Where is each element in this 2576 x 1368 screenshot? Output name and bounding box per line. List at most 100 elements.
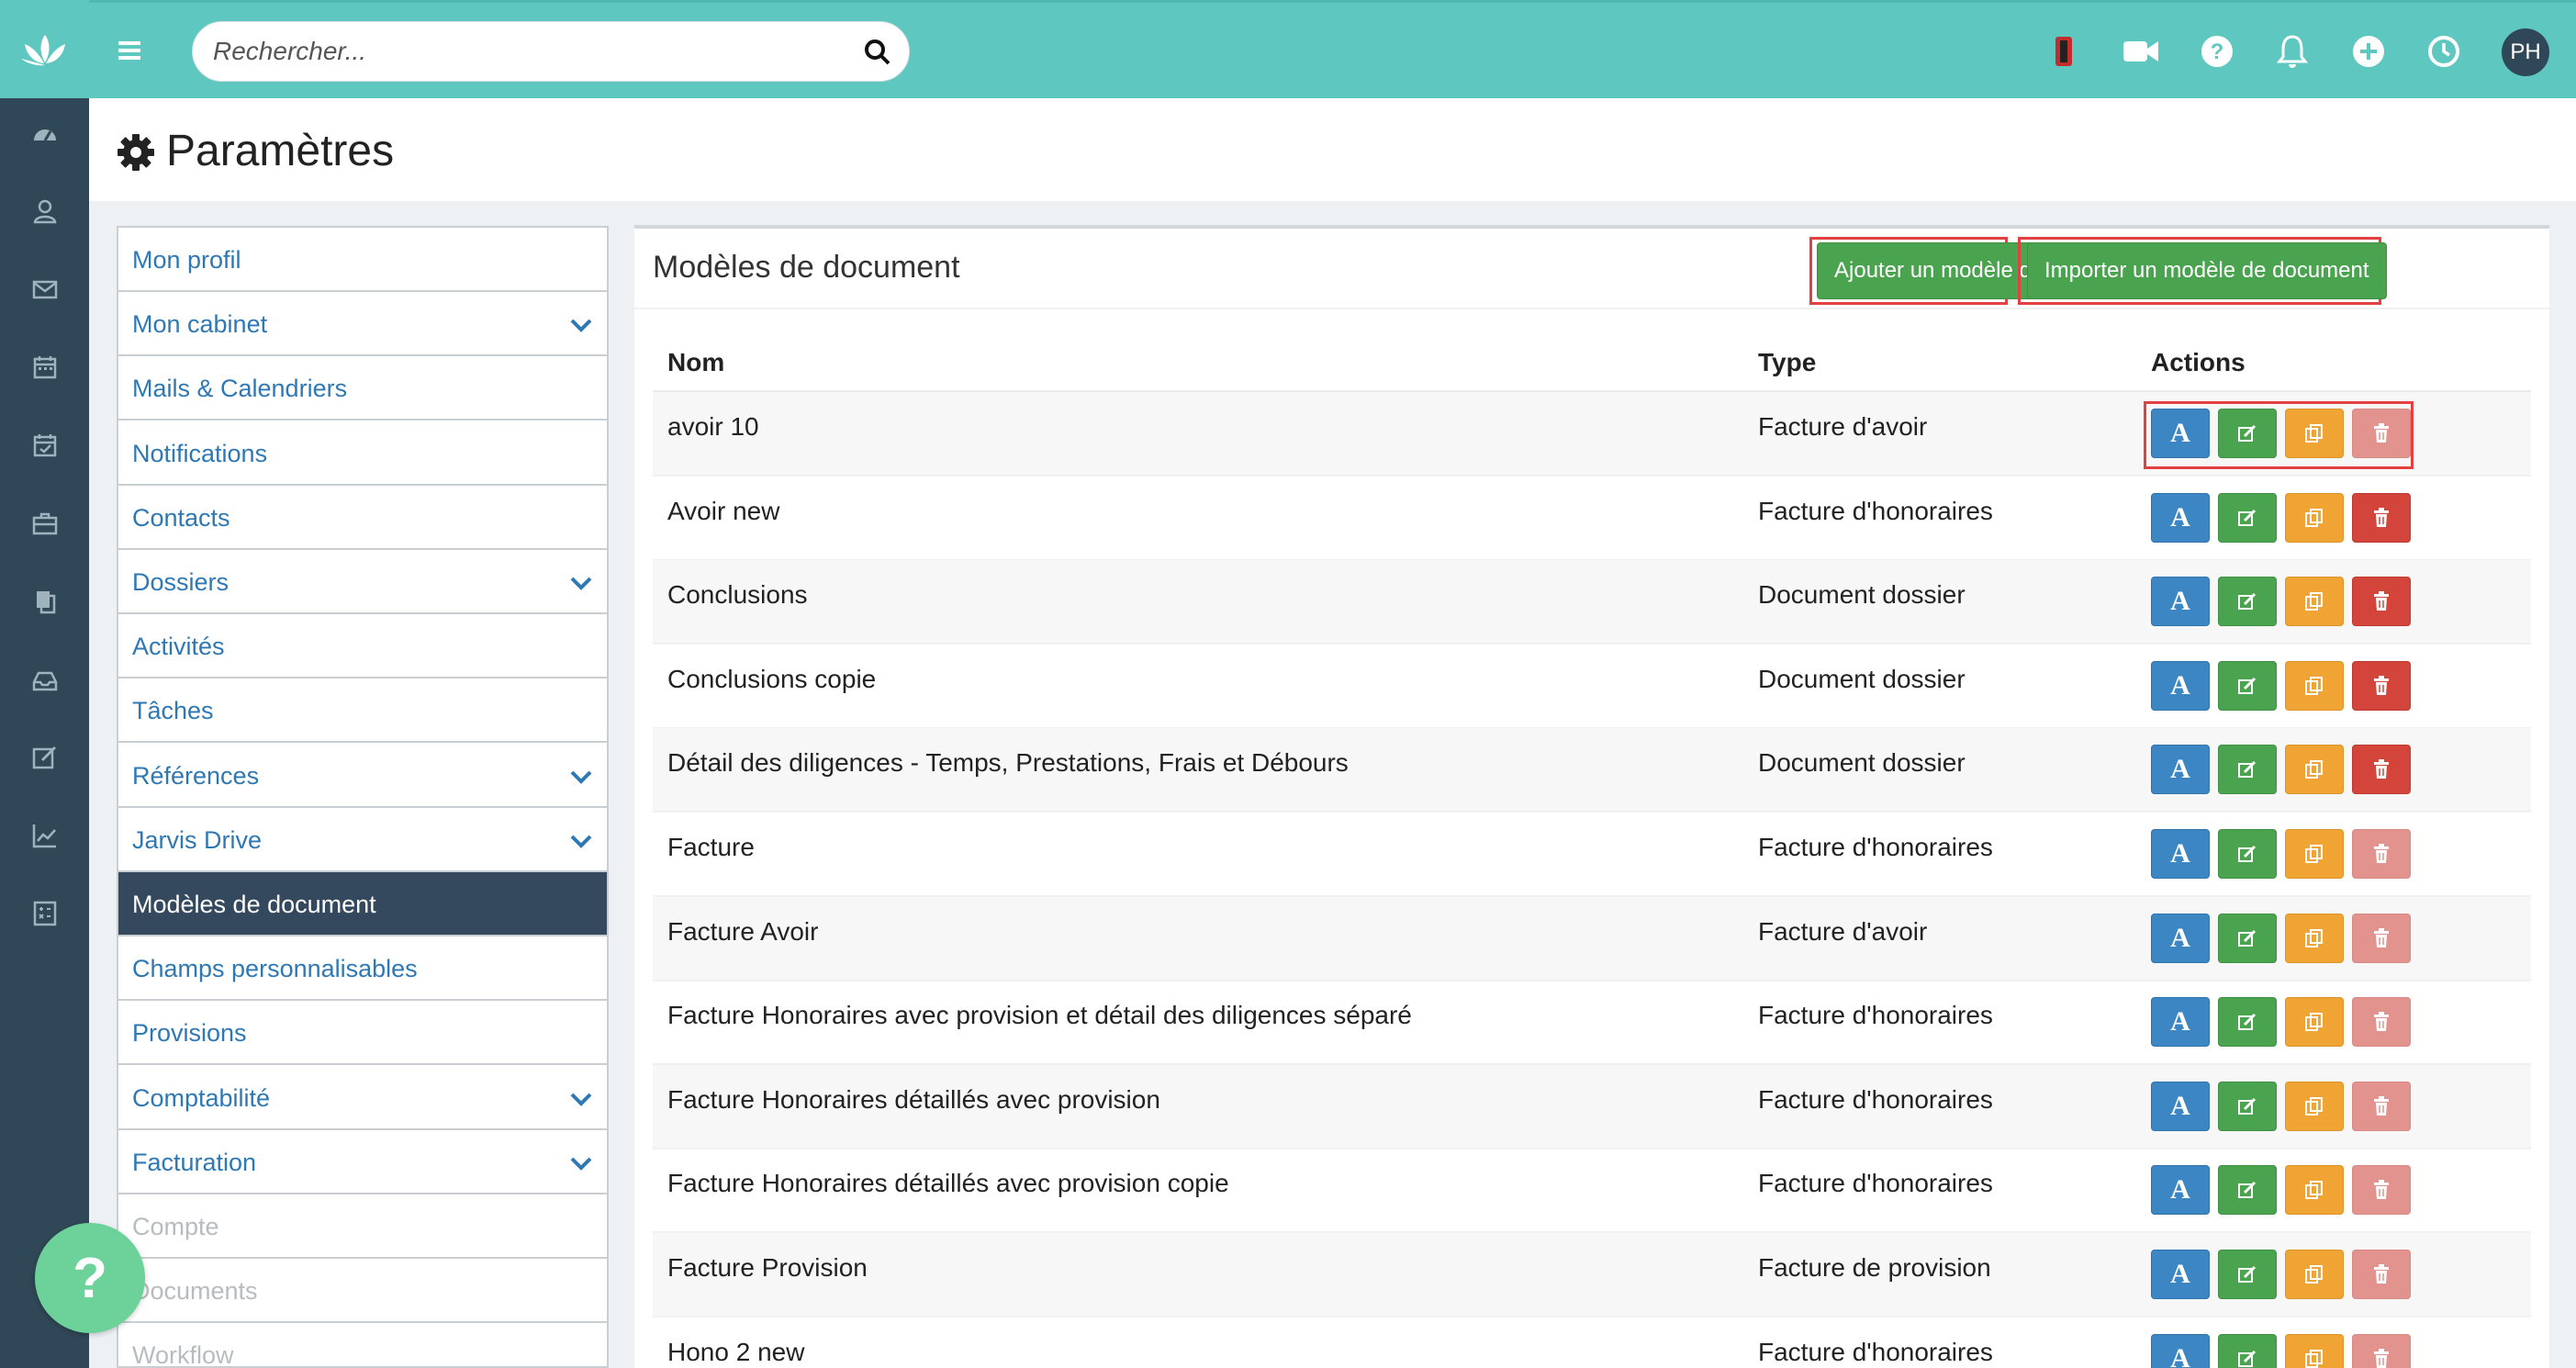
duplicate-button[interactable]	[2285, 997, 2344, 1048]
chevron-down-icon[interactable]	[568, 828, 594, 854]
search-icon[interactable]	[863, 38, 892, 67]
clock-icon[interactable]	[2425, 32, 2463, 71]
delete-button[interactable]	[2352, 1081, 2411, 1131]
delete-button[interactable]	[2352, 913, 2411, 963]
edit-button[interactable]	[2218, 1250, 2277, 1299]
briefcase-icon[interactable]	[0, 496, 89, 551]
calendar-icon[interactable]	[0, 340, 89, 395]
format-button[interactable]: A	[2151, 1250, 2210, 1299]
settings-menu-item[interactable]: Modèles de document	[118, 872, 607, 936]
settings-menu-item[interactable]: Activités	[118, 614, 607, 679]
app-logo[interactable]	[0, 0, 89, 98]
settings-menu-item[interactable]: Mon cabinet	[118, 292, 607, 357]
help-icon[interactable]: ?	[2198, 32, 2236, 71]
edit-button[interactable]	[2218, 913, 2277, 963]
chevron-down-icon[interactable]	[568, 312, 594, 338]
settings-menu-item[interactable]: Documents	[118, 1259, 607, 1324]
settings-menu-item[interactable]: Contacts	[118, 486, 607, 550]
edit-button[interactable]	[2218, 660, 2277, 711]
template-type: Facture de provision	[1758, 1253, 1991, 1282]
duplicate-button[interactable]	[2285, 1165, 2344, 1216]
edit-button[interactable]	[2218, 1165, 2277, 1216]
format-button[interactable]: A	[2151, 1165, 2210, 1216]
duplicate-button[interactable]	[2285, 577, 2344, 627]
duplicate-button[interactable]	[2285, 492, 2344, 543]
plus-circle-icon[interactable]	[2349, 32, 2388, 71]
edit-button[interactable]	[2218, 997, 2277, 1048]
timer-icon[interactable]	[2044, 32, 2083, 71]
user-avatar[interactable]: PH	[2502, 28, 2549, 76]
delete-button[interactable]	[2352, 1165, 2411, 1216]
format-button[interactable]: A	[2151, 913, 2210, 963]
settings-menu-item[interactable]: Tâches	[118, 678, 607, 744]
delete-button[interactable]	[2352, 745, 2411, 795]
settings-menu-item[interactable]: Dossiers	[118, 550, 607, 614]
mail-icon[interactable]	[0, 262, 89, 317]
delete-button[interactable]	[2352, 492, 2411, 543]
edit-button[interactable]	[2218, 577, 2277, 627]
settings-menu-item[interactable]: Champs personnalisables	[118, 936, 607, 1002]
duplicate-button[interactable]	[2285, 745, 2344, 795]
template-type: Facture d'honoraires	[1758, 1001, 1993, 1030]
format-button[interactable]: A	[2151, 1081, 2210, 1131]
column-header-name[interactable]: Nom	[667, 348, 724, 377]
chevron-down-icon[interactable]	[568, 570, 594, 596]
documents-icon[interactable]	[0, 574, 89, 629]
edit-button[interactable]	[2218, 745, 2277, 795]
settings-menu-item[interactable]: Facturation	[118, 1130, 607, 1194]
video-icon[interactable]	[2122, 32, 2160, 71]
delete-button[interactable]	[2352, 1250, 2411, 1299]
chevron-down-icon[interactable]	[568, 1086, 594, 1112]
bell-icon[interactable]	[2273, 32, 2312, 71]
format-button[interactable]: A	[2151, 1333, 2210, 1368]
edit-button[interactable]	[2218, 1333, 2277, 1368]
duplicate-button[interactable]	[2285, 829, 2344, 879]
settings-menu-item[interactable]: Comptabilité	[118, 1066, 607, 1130]
edit-button[interactable]	[2218, 829, 2277, 879]
settings-menu-item[interactable]: Mon profil	[118, 228, 607, 292]
duplicate-button[interactable]	[2285, 660, 2344, 711]
format-button[interactable]: A	[2151, 660, 2210, 711]
format-button[interactable]: A	[2151, 745, 2210, 795]
delete-button[interactable]	[2352, 577, 2411, 627]
chart-icon[interactable]	[0, 808, 89, 863]
search-input[interactable]	[213, 31, 846, 72]
edit-button[interactable]	[2218, 1081, 2277, 1131]
chevron-down-icon[interactable]	[568, 764, 594, 790]
duplicate-button[interactable]	[2285, 1250, 2344, 1299]
contacts-icon[interactable]	[0, 184, 89, 239]
calculator-icon[interactable]	[0, 886, 89, 941]
format-button[interactable]: A	[2151, 492, 2210, 543]
highlight-box-actions	[2144, 401, 2414, 469]
copy-icon	[2305, 1181, 2323, 1200]
format-button[interactable]: A	[2151, 997, 2210, 1048]
font-icon: A	[2170, 1006, 2190, 1037]
delete-button[interactable]	[2352, 660, 2411, 711]
settings-menu-item[interactable]: Workflow	[118, 1323, 607, 1366]
duplicate-button[interactable]	[2285, 913, 2344, 963]
edit-button[interactable]	[2218, 492, 2277, 543]
template-type: Facture d'avoir	[1758, 412, 1928, 441]
format-button[interactable]: A	[2151, 829, 2210, 879]
settings-menu-item[interactable]: Notifications	[118, 421, 607, 486]
settings-menu-item[interactable]: Mails & Calendriers	[118, 356, 607, 421]
import-template-button[interactable]: Importer un modèle de document	[2027, 242, 2387, 299]
settings-menu-item[interactable]: Jarvis Drive	[118, 808, 607, 872]
delete-button[interactable]	[2352, 997, 2411, 1048]
delete-button[interactable]	[2352, 1333, 2411, 1368]
duplicate-button[interactable]	[2285, 1081, 2344, 1131]
edit-icon[interactable]	[0, 730, 89, 785]
format-button[interactable]: A	[2151, 577, 2210, 627]
duplicate-button[interactable]	[2285, 1333, 2344, 1368]
settings-menu-item[interactable]: Provisions	[118, 1001, 607, 1066]
help-bubble-button[interactable]: ?	[35, 1223, 145, 1333]
dashboard-icon[interactable]	[0, 107, 89, 162]
settings-menu-item[interactable]: Références	[118, 744, 607, 808]
calendar-check-icon[interactable]	[0, 418, 89, 473]
settings-menu-item[interactable]: Compte	[118, 1194, 607, 1259]
page-title: Paramètres	[166, 127, 395, 175]
inbox-icon[interactable]	[0, 652, 89, 707]
delete-button[interactable]	[2352, 829, 2411, 879]
hamburger-menu-icon[interactable]	[115, 36, 144, 65]
chevron-down-icon[interactable]	[568, 1150, 594, 1176]
